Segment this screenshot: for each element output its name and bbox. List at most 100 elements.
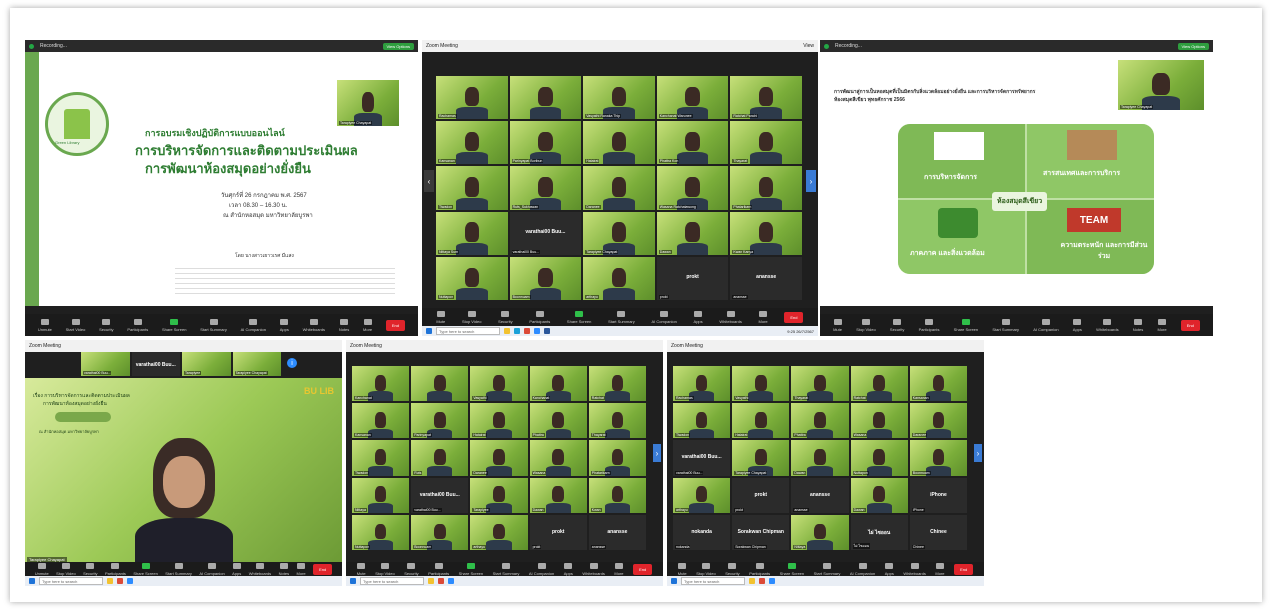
start-summary-button[interactable]: Start Summary xyxy=(200,318,227,332)
participant-tile[interactable] xyxy=(411,366,469,402)
mute-button[interactable]: Mute xyxy=(678,562,687,576)
participant-tile[interactable]: Kansanan xyxy=(352,403,410,439)
speaker-thumbnail[interactable]: Tarapiyee Chayapat xyxy=(337,80,399,126)
participant-tile[interactable]: Nuttapon xyxy=(850,440,908,476)
apps-button[interactable]: Apps xyxy=(232,562,241,576)
zoom-app-icon[interactable] xyxy=(769,578,775,584)
mute-button[interactable]: Mute xyxy=(357,562,366,576)
participant-tile[interactable]: Thayarat xyxy=(791,366,849,402)
apps-button[interactable]: Apps xyxy=(885,562,894,576)
speaker-thumbnail[interactable]: Tarapiyee Chayapat xyxy=(1118,60,1204,110)
participant-tile[interactable]: prokt prokt xyxy=(656,256,729,300)
security-button[interactable]: Security xyxy=(404,562,419,576)
more-button[interactable]: More xyxy=(935,562,945,576)
participants-button[interactable]: Participants xyxy=(529,310,550,324)
participant-tile[interactable] xyxy=(509,76,582,120)
participant-tile[interactable]: Boonnuam xyxy=(509,256,582,300)
participant-tile[interactable]: Kanchanat xyxy=(529,366,587,402)
share-screen-button[interactable]: Share Screen xyxy=(459,562,483,576)
participant-tile[interactable]: Daranee xyxy=(470,440,528,476)
participant-tile[interactable]: Kwan xyxy=(588,477,646,513)
participant-tile[interactable]: Nuttapon xyxy=(436,256,508,300)
unmute-button[interactable]: Unmute xyxy=(35,562,49,576)
participant-tile[interactable]: Ruts_Sukhawan xyxy=(509,166,582,210)
mute-button[interactable]: Mute xyxy=(436,310,445,324)
start-summary-button[interactable]: Start Summary xyxy=(493,562,519,576)
whiteboards-button[interactable]: Whiteboards xyxy=(1096,318,1119,332)
stop-video-button[interactable]: Stop Video xyxy=(375,562,395,576)
apps-button[interactable]: Apps xyxy=(280,318,289,332)
file-explorer-icon[interactable] xyxy=(504,328,510,334)
participant-tile[interactable]: Tiwadon xyxy=(352,440,410,476)
participant-tile[interactable]: Vasyathi Ranaka Thip xyxy=(583,76,655,120)
windows-start-icon[interactable] xyxy=(350,578,356,584)
chrome-icon[interactable] xyxy=(759,578,765,584)
edge-icon[interactable] xyxy=(514,328,520,334)
participant-tile[interactable]: anansse anansse xyxy=(791,477,849,513)
participant-tile[interactable]: Kansanan xyxy=(436,121,508,165)
participant-tile[interactable]: Vasyathi xyxy=(732,366,790,402)
participant-tile[interactable]: Daranee xyxy=(909,403,967,439)
zoom-app-icon[interactable] xyxy=(448,578,454,584)
participant-tile[interactable]: Parinyapat Boribun xyxy=(509,121,582,165)
participant-tile[interactable]: Phatarikarn xyxy=(730,166,802,210)
end-button[interactable]: End xyxy=(954,563,974,575)
ai-companion-button[interactable]: AI Companion xyxy=(651,310,677,324)
notes-button[interactable]: Notes xyxy=(339,318,349,332)
view-options-button[interactable]: View Options xyxy=(1177,42,1209,50)
taskbar-search-input[interactable]: Type here to search xyxy=(681,577,745,585)
participant-tile[interactable]: Dawan xyxy=(850,477,908,513)
participant-tile[interactable]: ไผ่ ไซออน ไผ่ ไซออน xyxy=(850,514,908,550)
participant-tile[interactable]: Nittaya Sum xyxy=(436,211,508,255)
whiteboards-button[interactable]: Whiteboards xyxy=(582,562,605,576)
participant-tile[interactable]: Wasana xyxy=(529,440,587,476)
zoom-app-icon[interactable] xyxy=(127,578,133,584)
participant-tile[interactable]: arthayu xyxy=(470,514,528,550)
participant-tile[interactable]: anansse anansse xyxy=(730,256,802,300)
apps-button[interactable]: Apps xyxy=(1073,318,1082,332)
share-screen-button[interactable]: Share Screen xyxy=(780,562,804,576)
taskbar-search-input[interactable]: Type here to search xyxy=(360,577,424,585)
participant-tile[interactable]: Rachamas xyxy=(673,366,731,402)
stop-video-button[interactable]: Stop Video xyxy=(696,562,716,576)
more-button[interactable]: More xyxy=(363,318,372,332)
more-button[interactable]: More xyxy=(297,562,306,576)
participant-tile[interactable]: Dawan xyxy=(656,211,729,255)
participant-tile[interactable]: Tiwadon xyxy=(673,403,731,439)
participant-tile[interactable]: Phattra xyxy=(791,403,849,439)
participant-tile[interactable]: Rachamas xyxy=(436,76,508,120)
security-button[interactable]: Security xyxy=(83,562,98,576)
participants-button[interactable]: Participants xyxy=(749,562,770,576)
participant-tile[interactable]: Tarapiyee Chayapat xyxy=(583,211,655,255)
start-summary-button[interactable]: Start Summary xyxy=(992,318,1019,332)
unmute-button[interactable]: Unmute xyxy=(38,318,52,332)
participants-button[interactable]: Participants xyxy=(428,562,449,576)
participant-tile[interactable]: nokanda nokanda xyxy=(673,514,731,550)
windows-start-icon[interactable] xyxy=(671,578,677,584)
chrome-icon[interactable] xyxy=(117,578,123,584)
prev-page-arrow[interactable]: ‹ xyxy=(424,170,434,192)
participant-tile[interactable]: Phattra xyxy=(529,403,587,439)
participant-tile[interactable]: Kanchanat Warunee xyxy=(656,76,729,120)
participant-tile[interactable]: Hatairat xyxy=(732,403,790,439)
participant-tile[interactable]: Phatarikarn xyxy=(588,440,646,476)
chrome-icon[interactable] xyxy=(438,578,444,584)
participant-tile[interactable]: varathai00 Buu... varathai00 Buu... xyxy=(509,211,582,255)
participant-tile[interactable]: Kansanan xyxy=(909,366,967,402)
share-screen-button[interactable]: Share Screen xyxy=(954,318,978,332)
more-button[interactable]: More xyxy=(1157,318,1167,332)
ai-companion-button[interactable]: AI Companion xyxy=(850,562,875,576)
apps-button[interactable]: Apps xyxy=(564,562,573,576)
participant-tile[interactable]: Thayarat xyxy=(730,121,802,165)
end-button[interactable]: End xyxy=(385,319,406,331)
whiteboards-button[interactable]: Whiteboards xyxy=(719,310,742,324)
strip-tile[interactable]: Tarapiyee Chayapat xyxy=(232,352,281,376)
end-button[interactable]: End xyxy=(313,563,333,575)
ai-companion-button[interactable]: AI Companion xyxy=(1033,318,1059,332)
participant-tile[interactable]: arthayu xyxy=(583,256,655,300)
more-button[interactable]: More xyxy=(614,562,624,576)
participant-tile[interactable]: Ratchat xyxy=(850,366,908,402)
participant-tile[interactable]: Wasana xyxy=(850,403,908,439)
next-page-arrow[interactable]: › xyxy=(653,444,661,462)
participant-tile[interactable]: Tiwadon xyxy=(436,166,508,210)
